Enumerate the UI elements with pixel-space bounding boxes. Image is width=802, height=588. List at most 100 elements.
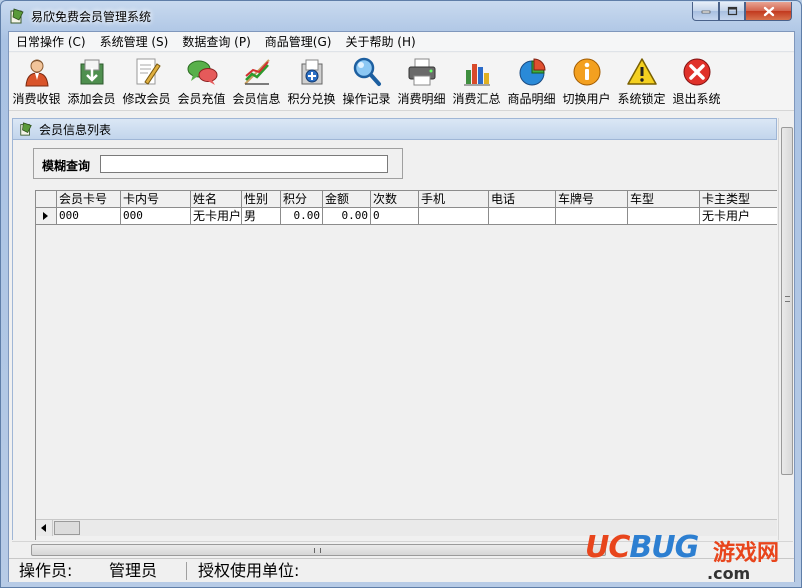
toolbar-cashier-button[interactable]: 消费收银 [9,55,64,109]
toolbar-label: 退出系统 [672,92,721,106]
cell-mobile[interactable] [419,208,489,225]
toolbar-operation-log-button[interactable]: 操作记录 [339,55,394,109]
toolbar-label: 会员信息 [232,92,281,106]
toolbar-consumption-detail-button[interactable]: 消费明细 [394,55,449,109]
fuzzy-search-input[interactable] [100,155,388,173]
cell-inner-number[interactable]: 000 [121,208,191,225]
recharge-chat-icon [187,60,217,85]
menu-product-admin[interactable]: 商品管理(G) [258,33,339,51]
status-divider [186,562,187,580]
column-header[interactable]: 手机 [419,191,489,208]
cell-count[interactable]: 0 [371,208,419,225]
toolbar-member-info-button[interactable]: 会员信息 [229,55,284,109]
menu-data-query[interactable]: 数据查询 (P) [175,33,257,51]
cell-car-model[interactable] [628,208,700,225]
minimize-icon [701,10,710,14]
cell-card-number[interactable]: 000 [57,208,121,225]
row-pointer-icon [43,212,48,220]
bar-chart-icon [463,64,490,86]
toolbar-label: 添加会员 [67,92,116,106]
panel-title: 会员信息列表 [39,122,112,137]
points-exchange-icon [301,59,322,85]
member-list-panel-header: 会员信息列表 [12,118,777,140]
toolbar-points-exchange-button[interactable]: 积分兑换 [284,55,339,109]
horizontal-scroll-thumb[interactable] [31,544,606,556]
maximize-icon [727,6,737,16]
toolbar-edit-member-button[interactable]: 修改会员 [119,55,174,109]
toolbar-label: 会员充值 [177,92,226,106]
search-group: 模糊查询 [33,148,403,179]
menu-daily-ops[interactable]: 日常操作 (C) [9,33,93,51]
watermark-brand-uc: UC [585,530,630,565]
info-switch-user-icon [573,58,600,86]
title-bar[interactable]: 易欣免费会员管理系统 [1,1,801,31]
toolbar-label: 积分兑换 [287,92,336,106]
toolbar-add-member-button[interactable]: 添加会员 [64,55,119,109]
close-button[interactable] [745,2,792,21]
column-header[interactable]: 姓名 [191,191,242,208]
grid-scroll-thumb[interactable] [54,521,80,535]
menu-bar: 日常操作 (C) 系统管理 (S) 数据查询 (P) 商品管理(G) 关于帮助 … [9,32,794,52]
cell-gender[interactable]: 男 [242,208,281,225]
exit-close-icon [683,58,710,86]
toolbar-label: 切换用户 [562,92,611,106]
column-header[interactable]: 积分 [281,191,323,208]
edit-member-icon [136,58,161,85]
vertical-scroll-thumb[interactable] [781,127,793,475]
column-header[interactable]: 车牌号 [556,191,628,208]
row-indicator-header [36,191,57,208]
warning-lock-icon [626,58,657,85]
cell-name[interactable]: 无卡用户 [191,208,242,225]
toolbar-label: 消费汇总 [452,92,501,106]
toolbar-recharge-button[interactable]: 会员充值 [174,55,229,109]
column-header[interactable]: 会员卡号 [57,191,121,208]
client-area: 日常操作 (C) 系统管理 (S) 数据查询 (P) 商品管理(G) 关于帮助 … [8,31,795,582]
toolbar-product-detail-button[interactable]: 商品明细 [504,55,559,109]
grid-header-row: 会员卡号 卡内号 姓名 性别 积分 金额 次数 手机 电话 车牌号 车型 卡主类… [36,191,777,208]
column-header[interactable]: 金额 [323,191,371,208]
watermark-brand-cn: 游戏网 [713,541,780,566]
add-member-icon [80,59,103,85]
toolbar-label: 修改会员 [122,92,171,106]
toolbar-exit-button[interactable]: 退出系统 [669,55,724,109]
chevron-left-icon [41,524,46,532]
column-header[interactable]: 性别 [242,191,281,208]
scroll-left-button[interactable] [36,520,53,536]
column-header[interactable]: 电话 [489,191,556,208]
menu-help[interactable]: 关于帮助 (H) [338,33,422,51]
table-row[interactable]: 000 000 无卡用户 男 0.00 0.00 0 无卡用户 [36,208,777,225]
watermark-brand: UCBUG [585,530,699,565]
column-header[interactable]: 卡内号 [121,191,191,208]
pie-chart-icon [519,58,546,86]
operator-value: 管理员 [109,561,158,580]
toolbar-consumption-summary-button[interactable]: 消费汇总 [449,55,504,109]
close-icon [763,6,774,16]
column-header[interactable]: 车型 [628,191,700,208]
toolbar-label: 系统锁定 [617,92,666,106]
license-label: 授权使用单位: [198,561,300,580]
vertical-scrollbar[interactable] [778,118,794,540]
toolbar-system-lock-button[interactable]: 系统锁定 [614,55,669,109]
panel-logo-icon [20,122,32,136]
fuzzy-search-label: 模糊查询 [42,159,91,173]
minimize-button[interactable] [692,2,719,21]
toolbar-switch-user-button[interactable]: 切换用户 [559,55,614,109]
app-logo-icon [10,8,24,24]
cashier-person-icon [24,59,49,87]
menu-system-admin[interactable]: 系统管理 (S) [93,33,176,51]
cell-owner-type[interactable]: 无卡用户 [700,208,777,225]
cell-amount[interactable]: 0.00 [323,208,371,225]
column-header[interactable]: 卡主类型 [700,191,777,208]
maximize-button[interactable] [719,2,745,21]
member-grid[interactable]: 会员卡号 卡内号 姓名 性别 积分 金额 次数 手机 电话 车牌号 车型 卡主类… [35,190,777,540]
member-info-chart-icon [243,59,270,85]
cell-points[interactable]: 0.00 [281,208,323,225]
current-row-indicator[interactable] [36,208,57,225]
toolbar-label: 消费收银 [12,92,61,106]
column-header[interactable]: 次数 [371,191,419,208]
cell-plate[interactable] [556,208,628,225]
app-window: 易欣免费会员管理系统 日常操作 (C) 系统管理 (S) 数据查询 (P) 商品… [0,0,802,588]
cell-phone[interactable] [489,208,556,225]
toolbar: 消费收银 添加会员 修改会员 会员充值 会员信息 积分兑换 操作记录 消费明细 … [9,53,794,111]
toolbar-label: 操作记录 [342,92,391,106]
